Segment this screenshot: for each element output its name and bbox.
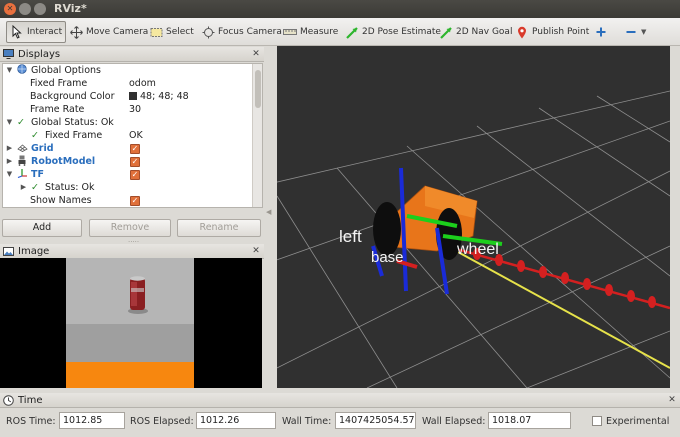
vertical-splitter-handle[interactable]: ◀ (266, 208, 271, 216)
time-panel-header: Time ✕ (0, 393, 680, 408)
ros-elapsed-label: ROS Elapsed: (130, 416, 194, 427)
displays-scrollbar[interactable] (252, 64, 262, 207)
tree-row-tf-status[interactable]: ▶ ✓ Status: Ok (3, 181, 253, 194)
add-display-button[interactable]: Add (2, 219, 82, 237)
close-window-button[interactable]: ✕ (4, 3, 16, 15)
expanded-arrow-icon[interactable]: ▼ (5, 116, 14, 129)
green-arrow-icon (439, 25, 453, 39)
grid-icon (17, 142, 28, 155)
move-camera-tool-button[interactable]: Move Camera (66, 21, 151, 43)
tree-row-grid[interactable]: ▶ Grid ✓ (3, 142, 253, 155)
collapsed-arrow-icon[interactable]: ▶ (5, 155, 14, 168)
tree-row-background-color[interactable]: Background Color 48; 48; 48 (3, 90, 253, 103)
close-panel-button[interactable]: ✕ (667, 395, 677, 405)
displays-tree: ▼ Global Options Fixed Frame odom Backgr… (2, 63, 263, 208)
remove-tool-menu[interactable]: ▼ (621, 21, 649, 43)
scene-canvas: left base wheel (277, 46, 670, 388)
ros-time-field[interactable]: 1012.85 (59, 412, 125, 429)
window-title: RViz* (54, 2, 87, 15)
tree-row-robot-model[interactable]: ▶ RobotModel ✓ (3, 155, 253, 168)
tf-label-base: base (371, 249, 404, 266)
tree-row-global-status[interactable]: ▼ ✓ Global Status: Ok (3, 116, 253, 129)
show-names-checkbox[interactable]: ✓ (130, 196, 140, 206)
cursor-icon (10, 25, 24, 39)
select-tool-button[interactable]: Select (146, 21, 197, 43)
camera-image-view (0, 258, 262, 388)
close-panel-button[interactable]: ✕ (251, 246, 261, 256)
measure-tool-button[interactable]: Measure (280, 21, 341, 43)
tree-row-fixed-frame[interactable]: Fixed Frame odom (3, 77, 253, 90)
time-panel: Time ✕ ROS Time: 1012.85 ROS Elapsed: 10… (0, 393, 680, 437)
scrollbar-thumb[interactable] (255, 70, 261, 108)
robot-model-enabled-checkbox[interactable]: ✓ (130, 157, 140, 167)
maximize-window-button[interactable] (34, 3, 46, 15)
tf-axes-icon (17, 168, 28, 181)
collapsed-arrow-icon[interactable]: ▶ (19, 181, 28, 194)
chevron-down-icon: ▼ (641, 28, 647, 36)
image-panel-title: Image (18, 245, 50, 257)
tree-row-show-names[interactable]: Show Names ✓ (3, 194, 253, 207)
focus-camera-icon (201, 25, 215, 39)
add-tool-button[interactable] (591, 21, 614, 43)
monitor-icon (3, 49, 14, 59)
tree-row-global-options[interactable]: ▼ Global Options (3, 64, 253, 77)
wall-time-label: Wall Time: (282, 416, 332, 427)
checkmark-icon: ✓ (31, 130, 39, 141)
camera-image (0, 258, 262, 388)
tree-row-tf[interactable]: ▼ TF ✓ (3, 168, 253, 181)
pose-estimate-tool-button[interactable]: 2D Pose Estimate (342, 21, 444, 43)
globe-icon (17, 64, 27, 77)
tree-row-status-fixed-frame[interactable]: ✓ Fixed Frame OK (3, 129, 253, 142)
checkmark-icon: ✓ (31, 182, 39, 193)
focus-camera-tool-button[interactable]: Focus Camera (198, 21, 285, 43)
ruler-icon (283, 25, 297, 39)
experimental-checkbox[interactable] (592, 416, 602, 426)
green-arrow-icon (345, 25, 359, 39)
grid-enabled-checkbox[interactable]: ✓ (130, 144, 140, 154)
ros-time-label: ROS Time: (6, 416, 56, 427)
color-swatch[interactable] (129, 92, 137, 100)
checkmark-icon: ✓ (17, 117, 25, 128)
tree-row-frame-rate[interactable]: Frame Rate 30 (3, 103, 253, 116)
right-dock-edge (670, 46, 680, 388)
wall-time-field[interactable]: 1407425054.57 (335, 412, 416, 429)
remove-display-button[interactable]: Remove (89, 219, 171, 237)
tf-label-left: left (339, 227, 362, 246)
collapsed-arrow-icon[interactable]: ▶ (5, 142, 14, 155)
clock-icon (3, 394, 14, 406)
tf-label-wheel: wheel (456, 241, 499, 258)
wall-elapsed-label: Wall Elapsed: (422, 416, 486, 427)
3d-render-viewport[interactable]: left base wheel (277, 46, 670, 388)
minus-icon (624, 25, 638, 39)
title-bar: ✕ RViz* (0, 0, 680, 18)
displays-panel-header: Displays ✕ (0, 47, 264, 62)
map-pin-icon (515, 25, 529, 39)
close-panel-button[interactable]: ✕ (251, 49, 261, 59)
displays-title: Displays (18, 48, 61, 60)
minimize-window-button[interactable] (19, 3, 31, 15)
plus-icon (594, 25, 608, 39)
robot-icon (17, 155, 27, 169)
tf-enabled-checkbox[interactable]: ✓ (130, 170, 140, 180)
publish-point-tool-button[interactable]: Publish Point (512, 21, 592, 43)
main-toolbar: Interact Move Camera Select Focus Camera… (0, 18, 680, 46)
ros-elapsed-field[interactable]: 1012.26 (196, 412, 276, 429)
select-icon (149, 25, 163, 39)
expanded-arrow-icon[interactable]: ▼ (5, 64, 14, 77)
move-camera-icon (69, 25, 83, 39)
image-icon (3, 246, 14, 256)
wall-elapsed-field[interactable]: 1018.07 (488, 412, 571, 429)
experimental-label: Experimental (606, 416, 670, 427)
rename-display-button[interactable]: Rename (177, 219, 261, 237)
time-panel-title: Time (18, 394, 43, 406)
image-panel-header: Image ✕ (0, 244, 264, 259)
nav-goal-tool-button[interactable]: 2D Nav Goal (436, 21, 515, 43)
interact-tool-button[interactable]: Interact (6, 21, 67, 43)
expanded-arrow-icon[interactable]: ▼ (5, 168, 14, 181)
